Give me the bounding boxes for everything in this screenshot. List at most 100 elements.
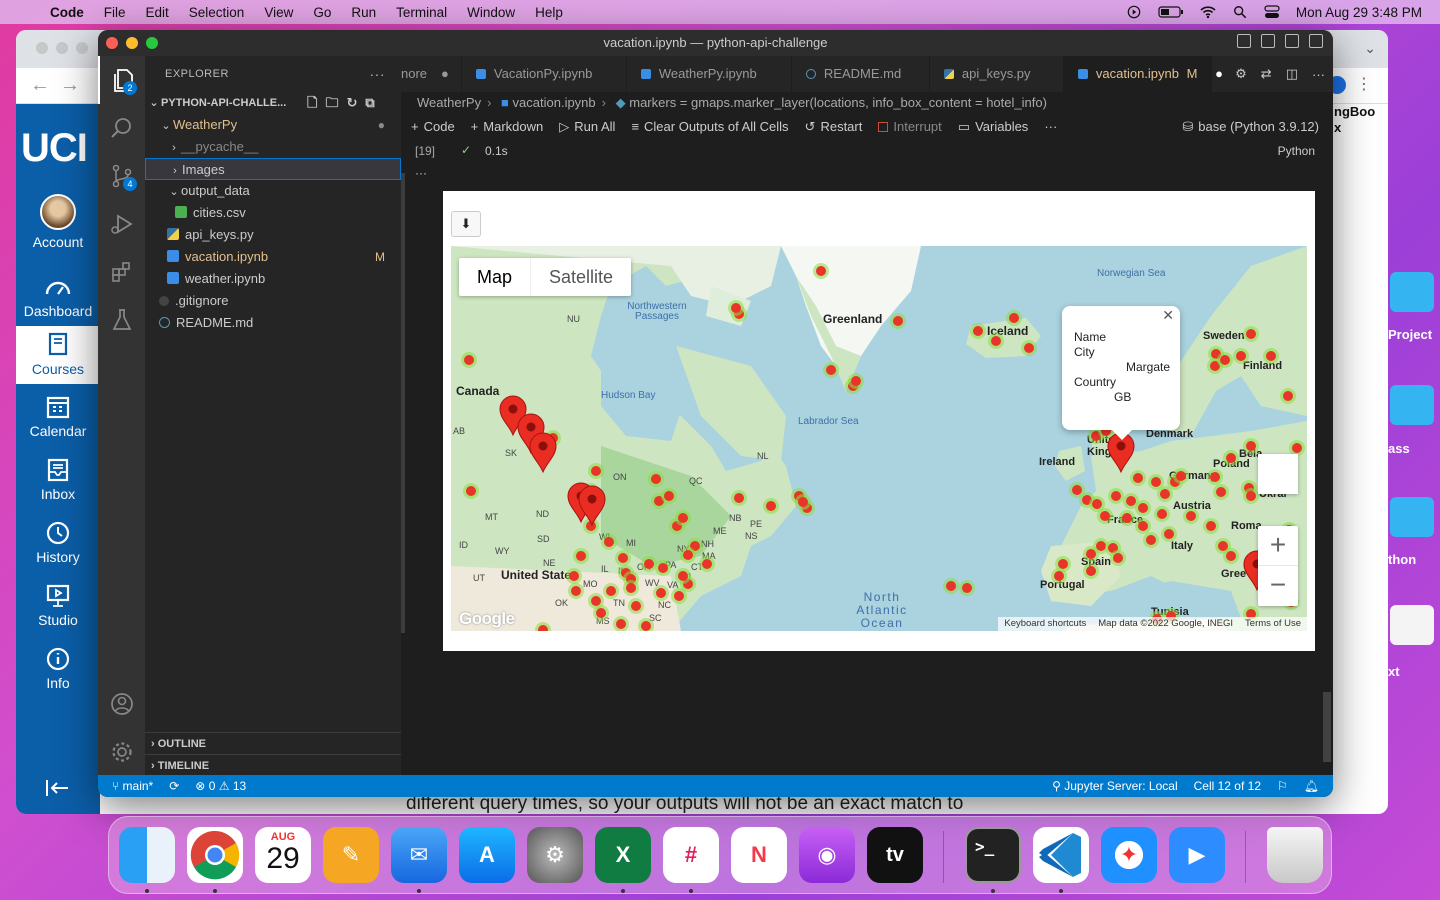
toggle-panel-icon[interactable]	[1261, 34, 1275, 48]
tab-nore[interactable]: nore ●	[401, 56, 462, 92]
menu-run[interactable]: Run	[341, 5, 386, 20]
tree-item-gitignore[interactable]: .gitignore	[145, 290, 401, 312]
editor-scrollbar[interactable]	[1323, 692, 1331, 762]
vscode-icon[interactable]	[1033, 827, 1089, 883]
back-arrow-icon[interactable]: ←	[30, 74, 50, 97]
tree-item-pycache[interactable]: › __pycache__	[145, 136, 401, 158]
tree-item-output-data[interactable]: ⌄ output_data	[145, 180, 401, 202]
download-icon[interactable]: ⬇	[451, 211, 481, 237]
collapse-nav-icon[interactable]	[44, 778, 72, 798]
desktop-folder-1[interactable]	[1390, 272, 1440, 320]
collapse-all-icon[interactable]: ⧉	[365, 95, 382, 110]
more-actions-icon[interactable]: ···	[1312, 67, 1325, 82]
notifications-bell-icon[interactable]: 🔔︎	[1296, 775, 1333, 797]
explorer-more-actions-icon[interactable]: ···	[370, 56, 386, 92]
outline-section[interactable]: › OUTLINE	[145, 732, 401, 754]
close-window-button[interactable]	[106, 37, 118, 49]
menu-view[interactable]: View	[254, 5, 303, 20]
unsaved-dot[interactable]: ●	[441, 66, 449, 81]
terms-of-use-link[interactable]: Terms of Use	[1245, 617, 1301, 631]
nav-history[interactable]: History	[16, 520, 100, 565]
tree-item-vacation-ipynb[interactable]: vacation.ipynb M	[145, 246, 401, 268]
nav-courses[interactable]: Courses	[16, 326, 100, 384]
run-all-button[interactable]: ▷ Run All	[559, 114, 615, 140]
refresh-icon[interactable]: ↻	[346, 95, 365, 110]
excel-icon[interactable]: X	[595, 827, 651, 883]
menu-go[interactable]: Go	[303, 5, 341, 20]
customize-layout-icon[interactable]	[1309, 34, 1323, 48]
search-view-button[interactable]	[98, 104, 145, 152]
run-debug-view-button[interactable]	[98, 200, 145, 248]
play-circle-icon[interactable]	[1126, 5, 1142, 19]
nav-inbox[interactable]: Inbox	[16, 457, 100, 502]
desktop-folder-3[interactable]	[1390, 497, 1440, 545]
breadcrumb-folder[interactable]: WeatherPy	[417, 95, 481, 110]
finder-icon[interactable]	[119, 827, 175, 883]
map-type-satellite-button[interactable]: Satellite	[531, 258, 631, 296]
spotlight-search-icon[interactable]	[1232, 5, 1248, 19]
menu-terminal[interactable]: Terminal	[386, 5, 457, 20]
app-store-icon[interactable]: A	[459, 827, 515, 883]
menu-clock[interactable]: Mon Aug 29 3:48 PM	[1296, 5, 1422, 20]
browser-zoom-button[interactable]	[76, 42, 88, 54]
cell-output-more-icon[interactable]: ···	[415, 166, 427, 180]
terminal-icon[interactable]: >_	[965, 827, 1021, 883]
toolbar-more-icon[interactable]: ···	[1044, 114, 1057, 140]
feedback-icon[interactable]: ⚐	[1269, 775, 1296, 797]
fullscreen-button[interactable]	[1258, 454, 1298, 494]
gear-icon[interactable]: ⚙	[1235, 66, 1247, 82]
interrupt-button[interactable]: Interrupt	[878, 114, 942, 140]
zoom-icon[interactable]: ▶	[1169, 827, 1225, 883]
tree-item-cities-csv[interactable]: cities.csv	[145, 202, 401, 224]
zoom-in-button[interactable]: +	[1258, 526, 1298, 566]
tab-api-keys[interactable]: api_keys.py	[930, 56, 1064, 92]
unsaved-dot[interactable]: ●	[1215, 66, 1223, 81]
kebab-menu-icon[interactable]: ⋮	[1356, 74, 1372, 94]
desktop-folder-2[interactable]	[1390, 385, 1440, 433]
news-icon[interactable]: N	[731, 827, 787, 883]
menu-file[interactable]: File	[94, 5, 136, 20]
add-markdown-cell-button[interactable]: + Markdown	[471, 114, 544, 140]
toggle-sidebar-icon[interactable]	[1237, 34, 1251, 48]
timeline-section[interactable]: › TIMELINE	[145, 754, 401, 776]
accounts-button[interactable]	[98, 680, 145, 728]
breadcrumb-cell[interactable]: markers = gmaps.marker_layer(locations, …	[629, 95, 1047, 110]
tab-readme[interactable]: README.md	[792, 56, 930, 92]
tab-vacationpy[interactable]: VacationPy.ipynb	[462, 56, 627, 92]
safari-icon[interactable]: ✦	[1101, 827, 1157, 883]
zoom-out-button[interactable]: −	[1258, 566, 1298, 606]
kernel-picker[interactable]: ⛁ base (Python 3.9.12)	[1182, 114, 1319, 140]
calendar-app-icon[interactable]: AUG 29	[255, 827, 311, 883]
breadcrumb-file[interactable]: vacation.ipynb	[513, 95, 596, 110]
add-code-cell-button[interactable]: + Code	[411, 114, 455, 140]
system-preferences-icon[interactable]: ⚙	[527, 827, 583, 883]
split-editor-icon[interactable]: ◫	[1286, 66, 1298, 82]
tab-vacation-active[interactable]: vacation.ipynb M ●	[1063, 56, 1223, 92]
tree-item-weather-ipynb[interactable]: weather.ipynb	[145, 268, 401, 290]
jupyter-server-status[interactable]: ⚲ Jupyter Server: Local	[1044, 775, 1186, 797]
tab-weatherpy[interactable]: WeatherPy.ipynb	[627, 56, 792, 92]
testing-view-button[interactable]	[98, 296, 145, 344]
apple-tv-icon[interactable]: tv	[867, 827, 923, 883]
chevron-down-icon[interactable]: ⌄	[1364, 40, 1376, 57]
menu-window[interactable]: Window	[457, 5, 525, 20]
browser-minimize-button[interactable]	[56, 42, 68, 54]
nav-calendar[interactable]: Calendar	[16, 394, 100, 439]
nav-account[interactable]: Account	[16, 194, 100, 250]
nav-dashboard[interactable]: Dashboard	[16, 274, 100, 319]
branch-indicator[interactable]: ⑂ main*	[98, 775, 161, 797]
tree-item-readme[interactable]: README.md	[145, 312, 401, 334]
nav-studio[interactable]: Studio	[16, 583, 100, 628]
project-folder-row[interactable]: ⌄ PYTHON-API-CHALLE... 🗋🗀↻⧉	[145, 92, 401, 114]
tree-item-images[interactable]: › Images	[145, 158, 401, 180]
nav-info[interactable]: Info	[16, 646, 100, 691]
zoom-window-button[interactable]	[146, 37, 158, 49]
trash-icon[interactable]	[1267, 827, 1323, 883]
desktop-file-4[interactable]	[1390, 605, 1440, 653]
minimize-window-button[interactable]	[126, 37, 138, 49]
clear-outputs-button[interactable]: ≡ Clear Outputs of All Cells	[631, 114, 788, 140]
tree-item-api-keys[interactable]: api_keys.py	[145, 224, 401, 246]
menu-app-name[interactable]: Code	[44, 5, 94, 20]
sync-icon[interactable]: ⟳	[161, 775, 187, 797]
menu-selection[interactable]: Selection	[179, 5, 255, 20]
